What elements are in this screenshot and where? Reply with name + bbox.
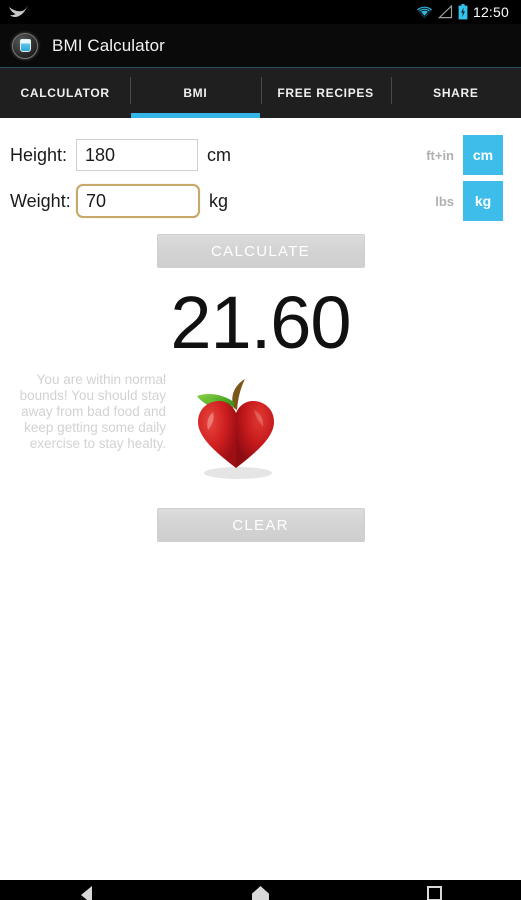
signal-triangle-icon <box>437 5 453 19</box>
clear-wrap: CLEAR <box>0 508 521 542</box>
apple-heart-icon <box>197 379 274 479</box>
bmi-result-value: 21.60 <box>170 281 351 364</box>
tab-share-label: SHARE <box>433 86 479 100</box>
glass-shape <box>19 39 31 52</box>
weight-label: Weight: <box>10 190 71 211</box>
advice-text: You are within normal bounds! You should… <box>19 372 166 451</box>
weight-unit-toggle: lbs kg <box>435 181 511 221</box>
advice-row: You are within normal bounds! You should… <box>0 368 521 498</box>
weight-row: Weight: kg lbs kg <box>0 178 521 224</box>
action-bar: BMI Calculator <box>0 24 521 68</box>
status-bar-right: 12:50 <box>416 4 513 20</box>
tab-share[interactable]: SHARE <box>390 68 521 118</box>
home-icon <box>251 886 269 900</box>
height-input[interactable] <box>76 139 198 171</box>
status-clock: 12:50 <box>472 4 509 20</box>
height-unit-ftin-button[interactable]: ft+in <box>426 148 454 163</box>
height-row: Height: cm ft+in cm <box>0 132 521 178</box>
tab-bmi-label: BMI <box>183 86 208 100</box>
back-triangle-icon <box>81 886 93 900</box>
weight-unit-kg-button[interactable]: kg <box>463 181 503 221</box>
nav-recents-button[interactable] <box>404 886 464 900</box>
calculate-button[interactable]: CALCULATE <box>156 234 365 268</box>
height-label: Height: <box>10 144 68 165</box>
app-window: 12:50 BMI Calculator CALCULATOR BMI FREE… <box>0 0 521 900</box>
height-unit-suffix: cm <box>207 144 231 165</box>
nav-back-button[interactable] <box>57 886 117 900</box>
tab-bmi[interactable]: BMI <box>130 68 260 118</box>
app-glass-icon <box>12 32 38 59</box>
status-bar: 12:50 <box>0 0 521 24</box>
tab-bar: CALCULATOR BMI FREE RECIPES SHARE <box>0 68 521 118</box>
tab-free-recipes-label: FREE RECIPES <box>277 86 374 100</box>
height-unit-cm-button[interactable]: cm <box>463 135 503 175</box>
bird-notification-icon <box>9 5 28 18</box>
tab-calculator-label: CALCULATOR <box>20 86 110 100</box>
status-bar-left <box>8 4 30 20</box>
nav-home-button[interactable] <box>230 886 290 900</box>
weight-unit-lbs-button[interactable]: lbs <box>435 194 454 209</box>
height-unit-toggle: ft+in cm <box>426 135 511 175</box>
weight-input[interactable] <box>76 184 200 218</box>
tab-free-recipes[interactable]: FREE RECIPES <box>260 68 391 118</box>
recents-square-icon <box>426 886 442 900</box>
main-content: Height: cm ft+in cm Weight: kg lbs kg CA… <box>0 118 521 880</box>
page-title: BMI Calculator <box>52 35 165 55</box>
system-nav-bar <box>0 880 521 900</box>
wifi-icon <box>416 6 432 19</box>
apple-image-wrap <box>176 368 296 482</box>
tab-calculator[interactable]: CALCULATOR <box>0 68 130 118</box>
clear-button[interactable]: CLEAR <box>156 508 365 542</box>
weight-unit-suffix: kg <box>209 190 229 211</box>
battery-icon <box>458 4 468 20</box>
